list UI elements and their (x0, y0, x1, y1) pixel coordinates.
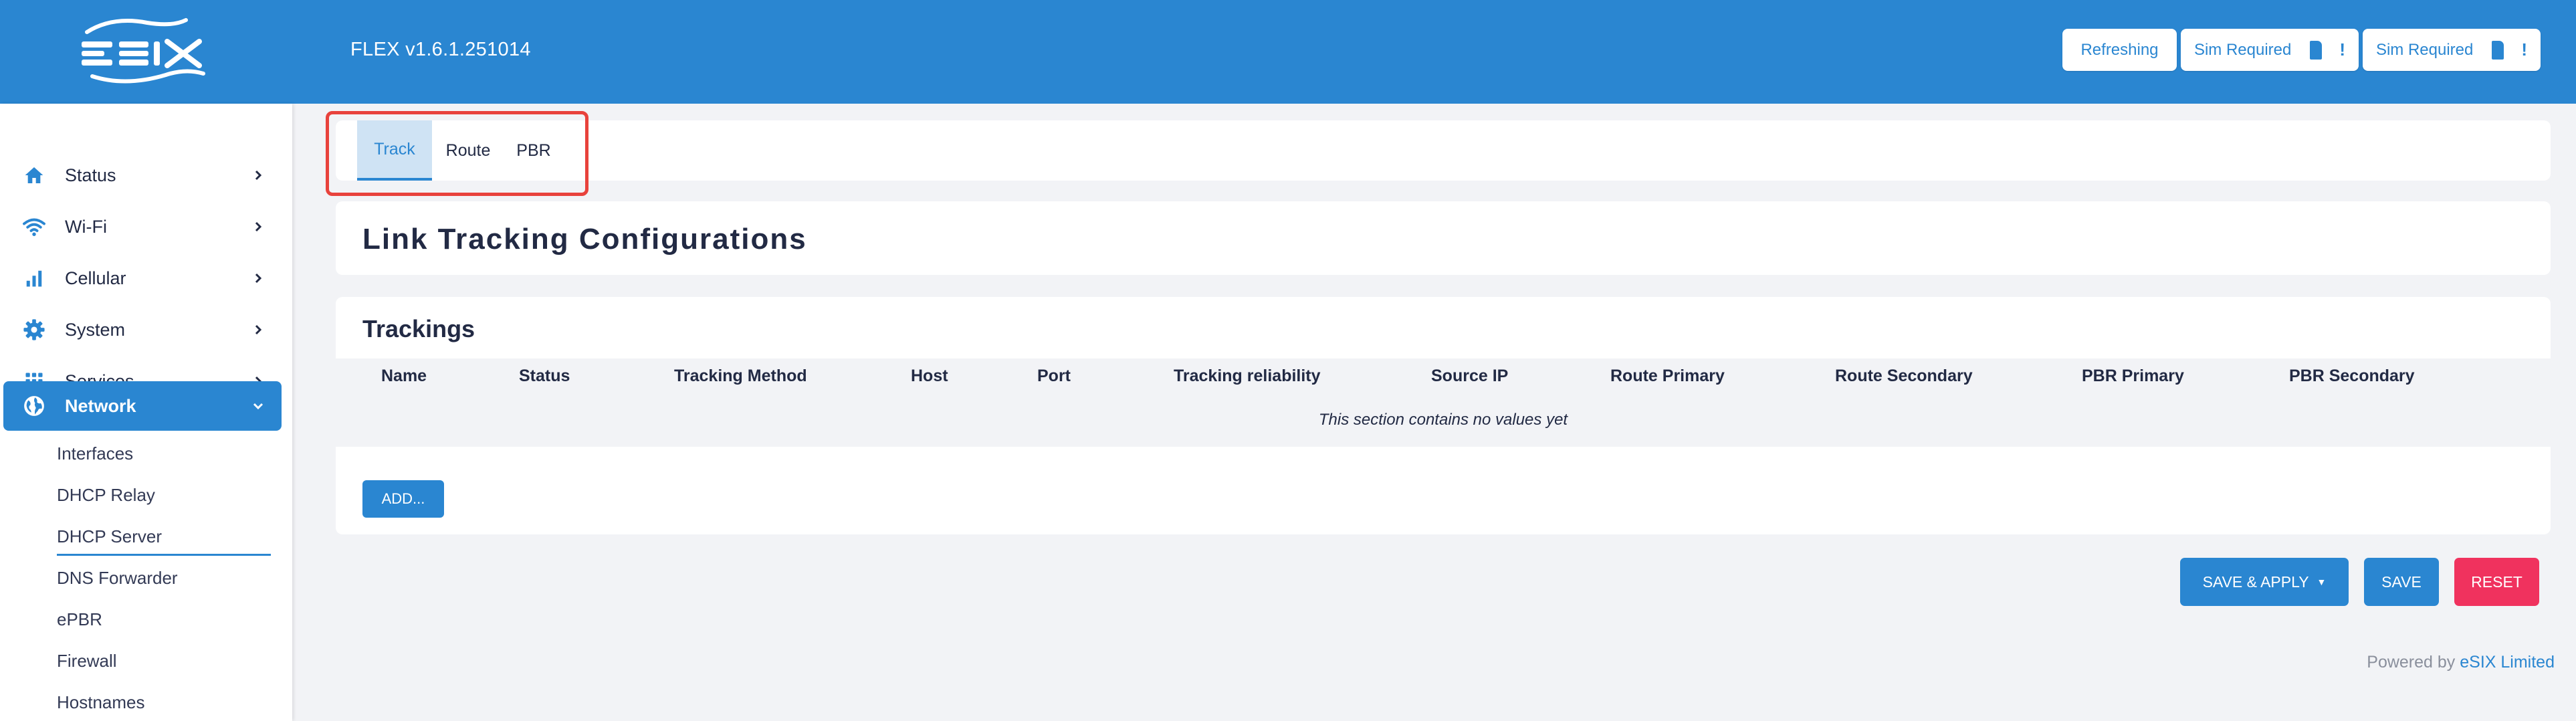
column-header-port: Port (1037, 367, 1071, 385)
sidebar-item-status[interactable]: Status (3, 150, 282, 200)
tab-route[interactable]: Route (435, 120, 502, 181)
home-icon (22, 163, 46, 187)
column-header-name: Name (381, 367, 427, 385)
chevron-right-icon (249, 321, 267, 338)
add-button[interactable]: ADD... (362, 480, 444, 518)
sidebar-subitem-dns-forwarder[interactable]: DNS Forwarder (57, 568, 178, 589)
dropdown-caret-icon[interactable]: ▼ (2317, 577, 2327, 587)
tab-bar: Track Route PBR (336, 120, 2551, 181)
column-header-route-secondary: Route Secondary (1835, 367, 1973, 385)
section-title: Trackings (362, 315, 475, 342)
sidebar-item-label: Network (65, 395, 136, 416)
gear-icon (22, 318, 46, 342)
column-header-status: Status (519, 367, 570, 385)
sidebar-item-label: Status (65, 165, 116, 185)
trackings-section: Trackings Name Status Tracking Method Ho… (336, 297, 2551, 534)
sidebar-item-system[interactable]: System (3, 305, 282, 354)
column-header-pbr-secondary: PBR Secondary (2289, 367, 2415, 385)
sim2-label: Sim Required (2375, 40, 2474, 59)
top-header: FLEX v1.6.1.251014 Refreshing Sim Requir… (0, 0, 2576, 104)
sidebar-item-label: System (65, 319, 126, 340)
chevron-down-icon (249, 397, 267, 415)
column-header-source-ip: Source IP (1431, 367, 1509, 385)
table-header: Name Status Tracking Method Host Port Tr… (336, 358, 2551, 393)
signal-bars-icon (22, 266, 46, 290)
chevron-right-icon (249, 218, 267, 235)
sim2-warning-badge: ! (2521, 39, 2528, 60)
empty-table-message: This section contains no values yet (336, 393, 2551, 447)
sidebar-subitem-epbr[interactable]: ePBR (57, 609, 102, 630)
chevron-right-icon (249, 167, 267, 184)
sidebar-item-cellular[interactable]: Cellular (3, 253, 282, 303)
sidebar: Status Wi-Fi Cellular System Network Int… (0, 104, 292, 721)
sidebar-subitem-dhcp-relay[interactable]: DHCP Relay (57, 485, 155, 506)
sidebar-item-label: Wi-Fi (65, 216, 107, 237)
esix-logo[interactable] (72, 12, 213, 87)
sidebar-subitem-dhcp-server[interactable]: DHCP Server (57, 526, 162, 547)
chevron-right-icon (249, 270, 267, 287)
dhcp-server-underline (57, 554, 271, 556)
sidebar-item-wifi[interactable]: Wi-Fi (3, 202, 282, 251)
sidebar-subitem-hostnames[interactable]: Hostnames (57, 692, 145, 713)
reset-button[interactable]: RESET (2454, 558, 2539, 606)
sim1-status-button[interactable]: Sim Required ! (2181, 29, 2359, 71)
column-header-host: Host (911, 367, 948, 385)
footer-prefix: Powered by (2367, 653, 2456, 672)
tab-track[interactable]: Track (357, 120, 432, 181)
sidebar-item-network[interactable]: Network (3, 381, 282, 431)
sim1-warning-badge: ! (2339, 39, 2346, 60)
save-and-apply-label: SAVE & APPLY (2202, 573, 2309, 591)
sidebar-item-label: Cellular (65, 268, 126, 288)
column-header-route-primary: Route Primary (1610, 367, 1725, 385)
page-title: Link Tracking Configurations (362, 223, 807, 255)
footer-link[interactable]: eSIX Limited (2460, 653, 2555, 672)
sidebar-subitem-firewall[interactable]: Firewall (57, 651, 117, 672)
sim2-status-button[interactable]: Sim Required ! (2363, 29, 2541, 71)
column-header-pbr-primary: PBR Primary (2082, 367, 2184, 385)
sim-card-icon (2492, 40, 2504, 60)
title-panel: Link Tracking Configurations (336, 201, 2551, 275)
refreshing-label: Refreshing (2080, 40, 2159, 59)
sim-card-icon (2310, 40, 2323, 60)
wifi-icon (22, 215, 46, 239)
column-header-tracking-reliability: Tracking reliability (1174, 367, 1321, 385)
sidebar-subitem-interfaces[interactable]: Interfaces (57, 443, 133, 464)
sim1-label: Sim Required (2193, 40, 2292, 59)
tab-pbr[interactable]: PBR (507, 120, 560, 181)
globe-icon (22, 394, 46, 418)
firmware-version: FLEX v1.6.1.251014 (350, 39, 531, 60)
column-header-tracking-method: Tracking Method (674, 367, 807, 385)
footer: Powered by eSIX Limited (2367, 653, 2555, 672)
refreshing-button[interactable]: Refreshing (2062, 29, 2177, 71)
save-button[interactable]: SAVE (2364, 558, 2439, 606)
save-and-apply-button[interactable]: SAVE & APPLY ▼ (2180, 558, 2349, 606)
